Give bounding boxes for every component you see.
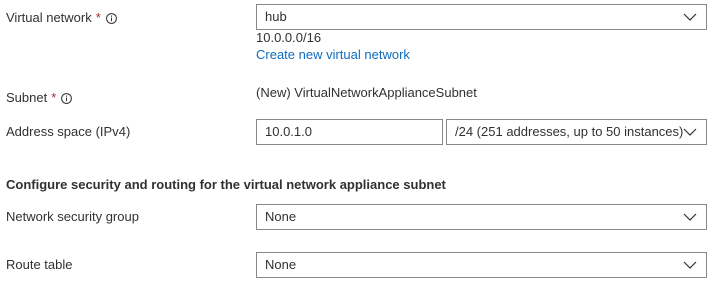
network-security-group-label-text: Network security group [6,209,139,224]
route-table-select-value: None [265,257,297,272]
virtual-network-label-text: Virtual network [6,10,92,25]
required-asterisk: * [51,90,57,105]
security-routing-section-title: Configure security and routing for the v… [6,177,446,192]
chevron-down-icon [683,128,697,136]
address-space-ip-input[interactable]: 10.0.1.0 [256,119,443,145]
route-table-select[interactable]: None [256,252,707,278]
virtual-network-select-value: hub [265,9,287,24]
info-icon[interactable] [61,92,73,104]
chevron-down-icon [683,13,697,21]
network-security-group-label: Network security group [6,207,139,227]
address-space-prefix-select[interactable]: /24 (251 addresses, up to 50 instances) [446,119,707,145]
route-table-label: Route table [6,255,73,275]
subnet-label-text: Subnet [6,90,48,105]
create-virtual-network-link[interactable]: Create new virtual network [256,46,410,64]
route-table-label-text: Route table [6,257,73,272]
network-security-group-select[interactable]: None [256,204,707,230]
virtual-network-select[interactable]: hub [256,4,707,30]
subnet-label: Subnet * [6,88,73,108]
address-space-prefix-value: /24 (251 addresses, up to 50 instances) [455,124,684,139]
subnet-value: (New) VirtualNetworkApplianceSubnet [256,85,477,100]
address-space-label: Address space (IPv4) [6,122,130,142]
virtual-network-label: Virtual network * [6,8,117,28]
address-space-label-text: Address space (IPv4) [6,124,131,139]
required-asterisk: * [95,10,101,25]
address-space-ip-value: 10.0.1.0 [265,124,312,139]
chevron-down-icon [683,261,697,269]
virtual-network-address: 10.0.0.0/16 [256,30,322,45]
network-security-group-select-value: None [265,209,297,224]
chevron-down-icon [683,213,697,221]
info-icon[interactable] [105,12,117,24]
